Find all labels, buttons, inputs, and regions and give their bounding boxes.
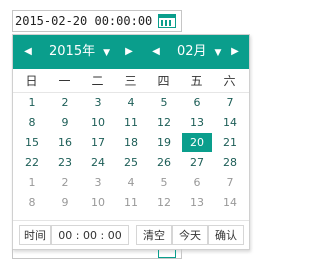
day-cell[interactable]: 5 <box>149 93 179 112</box>
day-cell[interactable]: 25 <box>116 153 146 172</box>
day-cell-next-month[interactable]: 12 <box>149 193 179 212</box>
date-input[interactable] <box>12 10 182 32</box>
day-cell[interactable]: 15 <box>17 133 47 152</box>
day-cell[interactable]: 22 <box>17 153 47 172</box>
day-cell[interactable]: 19 <box>149 133 179 152</box>
day-cell[interactable]: 6 <box>182 93 212 112</box>
next-month-icon[interactable]: ▶ <box>227 35 243 69</box>
month-label: 02月 <box>177 44 207 59</box>
day-cell[interactable]: 16 <box>50 133 80 152</box>
day-cell-next-month[interactable]: 3 <box>83 173 113 192</box>
weekday-label: 五 <box>190 74 203 88</box>
day-cell[interactable]: 28 <box>215 153 245 172</box>
day-cell-next-month[interactable]: 9 <box>50 193 80 212</box>
day-cell[interactable]: 7 <box>215 93 245 112</box>
weekday-label: 一 <box>58 74 71 88</box>
day-cell[interactable]: 24 <box>83 153 113 172</box>
day-cell[interactable]: 4 <box>116 93 146 112</box>
day-cell-next-month[interactable]: 2 <box>50 173 80 192</box>
day-cell-next-month[interactable]: 5 <box>149 173 179 192</box>
day-cell[interactable]: 2 <box>50 93 80 112</box>
day-cell[interactable]: 14 <box>215 113 245 132</box>
prev-year-icon[interactable]: ◀ <box>20 35 36 69</box>
day-cell-next-month[interactable]: 11 <box>116 193 146 212</box>
day-grid: 1 2 3 4 5 6 7 8 9 10 11 12 13 14 15 16 17 18 19 20 21 22 23 24 2… <box>13 93 249 213</box>
day-cell[interactable]: 8 <box>17 113 47 132</box>
day-cell-next-month[interactable]: 1 <box>17 173 47 192</box>
day-cell[interactable]: 13 <box>182 113 212 132</box>
day-cell[interactable]: 12 <box>149 113 179 132</box>
day-cell[interactable]: 26 <box>149 153 179 172</box>
day-cell-next-month[interactable]: 10 <box>83 193 113 212</box>
clear-button[interactable]: 清空 <box>136 225 172 245</box>
time-label: 时间 <box>19 225 51 245</box>
day-cell[interactable]: 18 <box>116 133 146 152</box>
day-cell-selected[interactable]: 20 <box>182 133 212 152</box>
weekday-label: 六 <box>223 74 236 88</box>
confirm-button[interactable]: 确认 <box>208 225 244 245</box>
weekday-label: 二 <box>91 74 104 88</box>
day-cell[interactable]: 27 <box>182 153 212 172</box>
day-cell-next-month[interactable]: 13 <box>182 193 212 212</box>
day-cell[interactable]: 9 <box>50 113 80 132</box>
date-picker-popup: ◀ 2015年 ▼ ▶ ◀ 02月 ▼ ▶ 日 一 二 三 四 五 六 123456… <box>12 34 250 250</box>
day-cell-next-month[interactable]: 8 <box>17 193 47 212</box>
day-cell[interactable]: 3 <box>83 93 113 112</box>
month-select[interactable]: 02月 ▼ <box>177 35 221 69</box>
weekday-label: 四 <box>157 74 170 88</box>
time-field[interactable]: 00 : 00 : 00 <box>51 225 129 245</box>
weekday-label: 三 <box>124 74 137 88</box>
chevron-down-icon: ▼ <box>103 48 111 58</box>
year-label: 2015年 <box>49 44 96 59</box>
next-year-icon[interactable]: ▶ <box>121 35 137 69</box>
picker-header: ◀ 2015年 ▼ ▶ ◀ 02月 ▼ ▶ <box>13 35 249 69</box>
day-cell[interactable]: 23 <box>50 153 80 172</box>
calendar-icon[interactable] <box>158 14 176 28</box>
date-input-lower-edge <box>12 249 182 259</box>
day-cell-next-month[interactable]: 4 <box>116 173 146 192</box>
picker-footer: 时间 00 : 00 : 00 清空 今天 确认 <box>13 220 249 250</box>
day-cell[interactable]: 21 <box>215 133 245 152</box>
chevron-down-icon: ▼ <box>214 48 222 58</box>
day-cell-next-month[interactable]: 7 <box>215 173 245 192</box>
day-cell[interactable]: 17 <box>83 133 113 152</box>
prev-month-icon[interactable]: ◀ <box>148 35 164 69</box>
year-select[interactable]: 2015年 ▼ <box>49 35 110 69</box>
today-button[interactable]: 今天 <box>172 225 208 245</box>
weekday-header: 日 一 二 三 四 五 六 <box>13 70 249 93</box>
day-cell[interactable]: 1 <box>17 93 47 112</box>
day-cell[interactable]: 10 <box>83 113 113 132</box>
day-cell-next-month[interactable]: 14 <box>215 193 245 212</box>
weekday-label: 日 <box>25 74 38 88</box>
day-cell-next-month[interactable]: 6 <box>182 173 212 192</box>
day-cell[interactable]: 11 <box>116 113 146 132</box>
calendar-icon <box>158 250 176 258</box>
